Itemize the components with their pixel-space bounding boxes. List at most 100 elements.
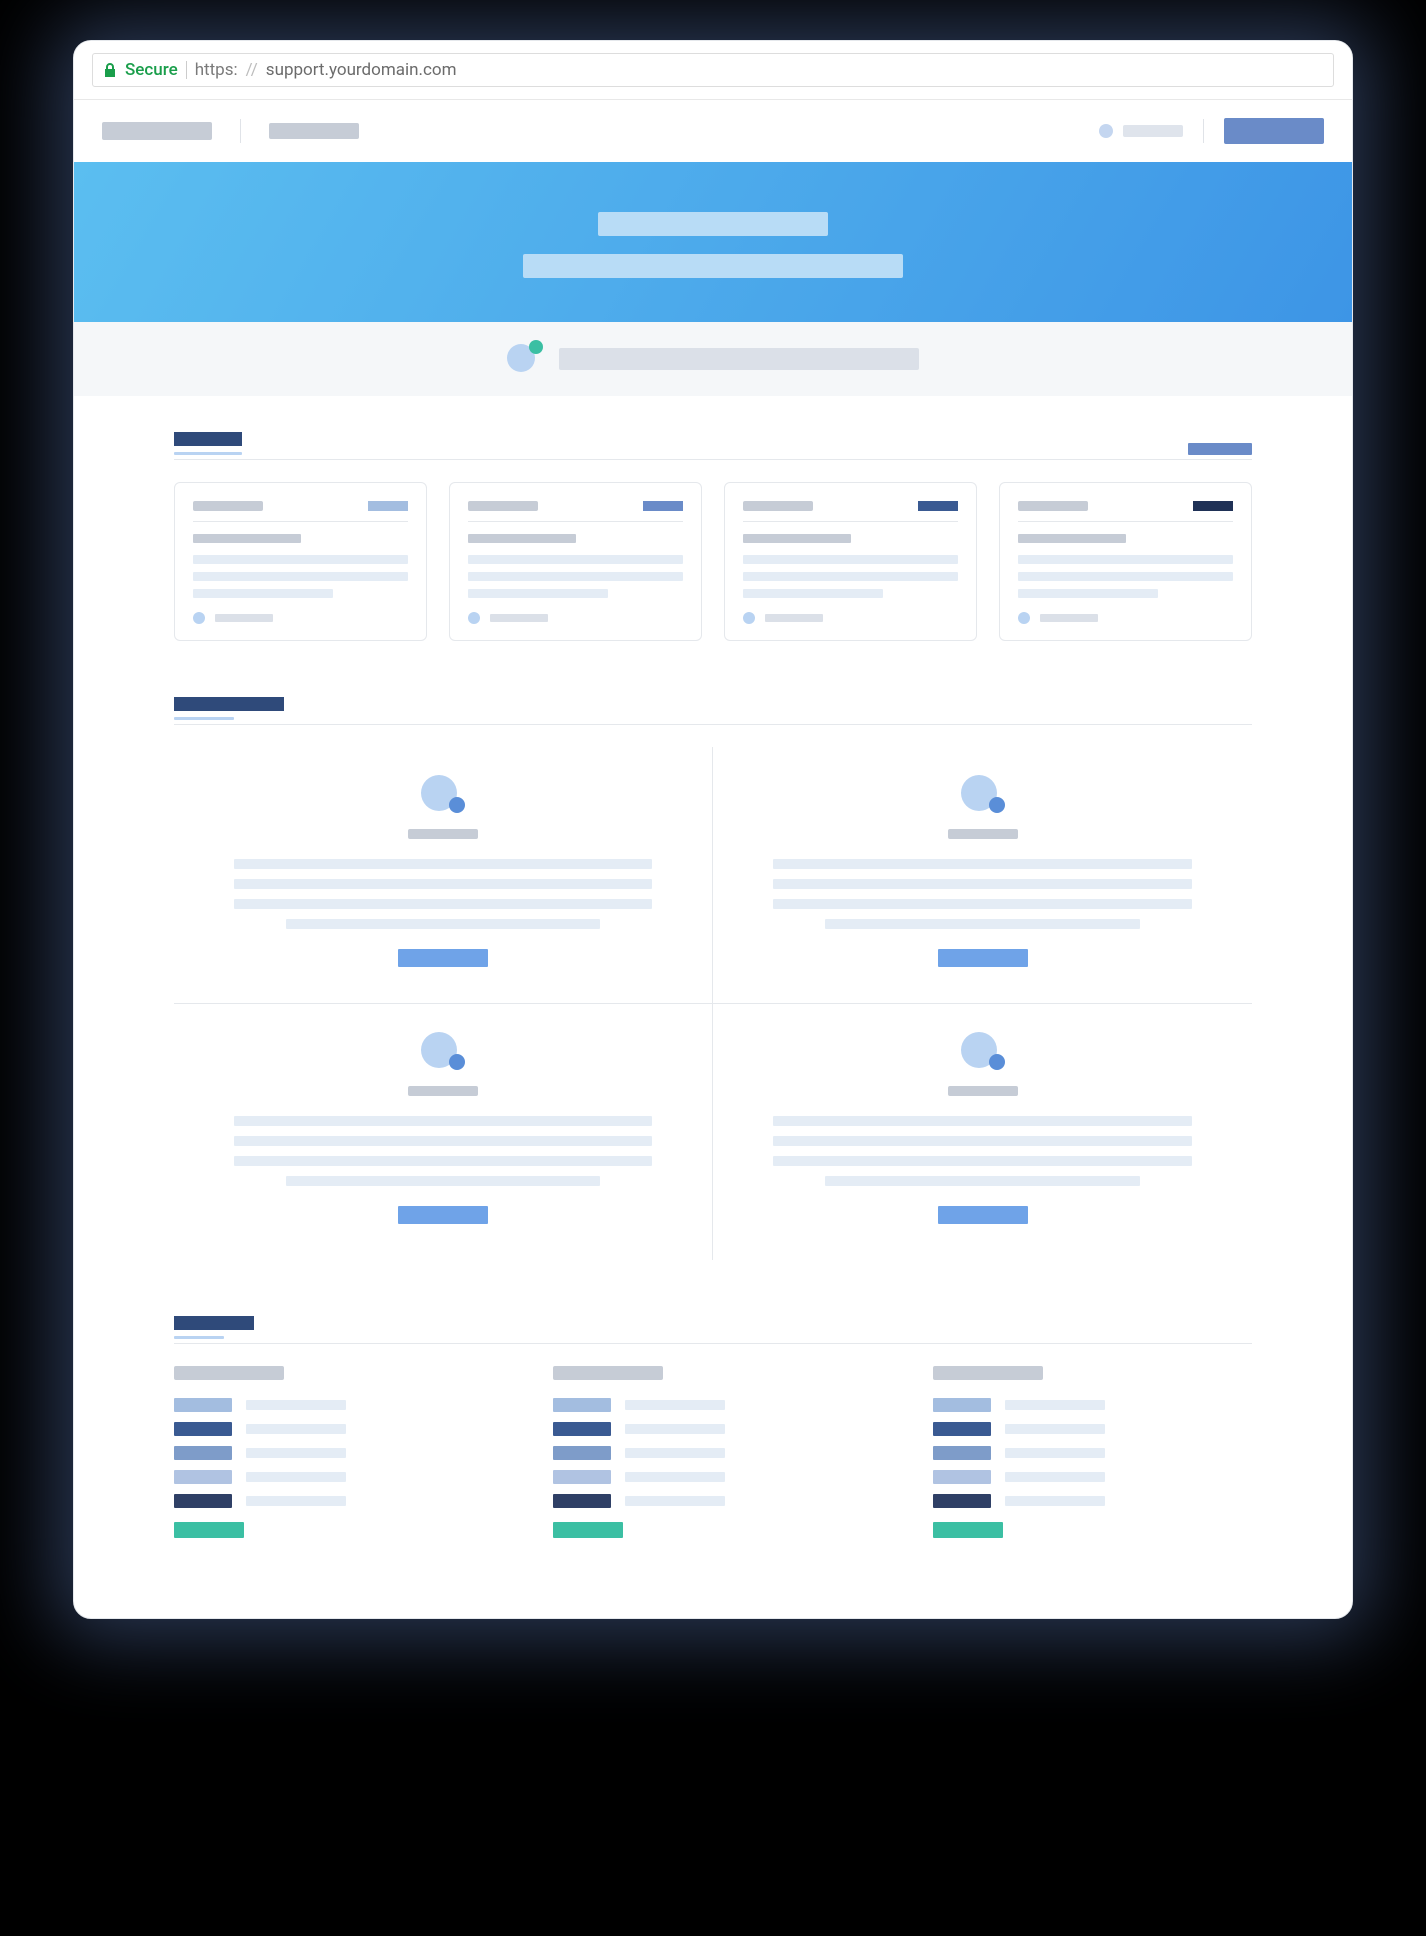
tag-badge bbox=[553, 1494, 611, 1508]
card-text-line bbox=[1018, 572, 1233, 581]
text-line bbox=[773, 1136, 1192, 1146]
tag-badge bbox=[933, 1398, 991, 1412]
list-item[interactable] bbox=[553, 1470, 872, 1484]
category-cell bbox=[174, 1004, 713, 1260]
site-logo[interactable] bbox=[102, 122, 212, 140]
status-badge bbox=[918, 501, 958, 511]
text-line bbox=[234, 1156, 652, 1166]
list-column bbox=[553, 1366, 872, 1538]
category-cta-button[interactable] bbox=[938, 1206, 1028, 1224]
avatar-icon bbox=[1099, 124, 1113, 138]
card-text-line bbox=[743, 589, 883, 598]
category-grid bbox=[174, 747, 1252, 1260]
text-line bbox=[773, 879, 1192, 889]
category-cell bbox=[174, 747, 713, 1004]
list-item[interactable] bbox=[933, 1446, 1252, 1460]
list-item-text bbox=[246, 1448, 346, 1458]
list-item[interactable] bbox=[933, 1398, 1252, 1412]
url-protocol: https: bbox=[195, 60, 238, 80]
tag-badge bbox=[174, 1422, 232, 1436]
category-title bbox=[948, 829, 1018, 839]
text-line bbox=[286, 919, 600, 929]
text-line bbox=[234, 899, 652, 909]
more-button[interactable] bbox=[553, 1522, 623, 1538]
list-item[interactable] bbox=[174, 1422, 493, 1436]
url-input[interactable]: Secure https: // support.yourdomain.com bbox=[92, 53, 1334, 87]
category-cta-button[interactable] bbox=[938, 949, 1028, 967]
tag-badge bbox=[933, 1446, 991, 1460]
more-button[interactable] bbox=[933, 1522, 1003, 1538]
tag-badge bbox=[174, 1494, 232, 1508]
card-text-line bbox=[193, 572, 408, 581]
list-item[interactable] bbox=[553, 1422, 872, 1436]
card-subtitle bbox=[743, 534, 851, 543]
card-subtitle bbox=[193, 534, 301, 543]
list-item[interactable] bbox=[174, 1494, 493, 1508]
more-button[interactable] bbox=[174, 1522, 244, 1538]
text-line bbox=[773, 899, 1192, 909]
text-line bbox=[286, 1176, 600, 1186]
tag-badge bbox=[553, 1398, 611, 1412]
category-cell bbox=[713, 1004, 1252, 1260]
url-slashes: // bbox=[246, 60, 258, 80]
ticket-card[interactable] bbox=[724, 482, 977, 641]
text-line bbox=[773, 1116, 1192, 1126]
ticket-card[interactable] bbox=[449, 482, 702, 641]
hero-subtitle bbox=[523, 254, 903, 278]
address-bar: Secure https: // support.yourdomain.com bbox=[74, 41, 1352, 100]
lock-icon bbox=[103, 62, 117, 78]
status-badge bbox=[643, 501, 683, 511]
text-line bbox=[234, 879, 652, 889]
column-heading bbox=[553, 1366, 663, 1380]
section-title bbox=[174, 1316, 254, 1330]
status-badge bbox=[1193, 501, 1233, 511]
card-title bbox=[193, 501, 263, 511]
list-item[interactable] bbox=[174, 1398, 493, 1412]
ticket-card[interactable] bbox=[174, 482, 427, 641]
tag-badge bbox=[553, 1446, 611, 1460]
status-badge bbox=[368, 501, 408, 511]
search-input[interactable] bbox=[559, 348, 919, 370]
text-line bbox=[773, 1156, 1192, 1166]
card-title bbox=[743, 501, 813, 511]
section-header bbox=[174, 697, 1252, 725]
user-name bbox=[1123, 125, 1183, 137]
section-title bbox=[174, 432, 242, 446]
category-title bbox=[408, 1086, 478, 1096]
list-item-text bbox=[1005, 1496, 1105, 1506]
divider bbox=[1203, 119, 1204, 143]
list-item[interactable] bbox=[933, 1422, 1252, 1436]
primary-action-button[interactable] bbox=[1224, 118, 1324, 144]
top-nav bbox=[74, 100, 1352, 162]
user-menu[interactable] bbox=[1099, 124, 1183, 138]
ticket-card[interactable] bbox=[999, 482, 1252, 641]
author-avatar-icon bbox=[743, 612, 755, 624]
card-author bbox=[765, 614, 823, 622]
list-item[interactable] bbox=[933, 1470, 1252, 1484]
list-item[interactable] bbox=[553, 1398, 872, 1412]
text-line bbox=[234, 1136, 652, 1146]
tag-badge bbox=[553, 1422, 611, 1436]
card-text-line bbox=[743, 555, 958, 564]
list-item-text bbox=[625, 1472, 725, 1482]
list-item[interactable] bbox=[553, 1446, 872, 1460]
tag-badge bbox=[174, 1470, 232, 1484]
list-item-text bbox=[625, 1496, 725, 1506]
nav-link[interactable] bbox=[269, 123, 359, 139]
ticket-cards bbox=[174, 482, 1252, 641]
view-all-link[interactable] bbox=[1188, 443, 1252, 455]
author-avatar-icon bbox=[193, 612, 205, 624]
card-text-line bbox=[1018, 555, 1233, 564]
list-item[interactable] bbox=[933, 1494, 1252, 1508]
card-title bbox=[1018, 501, 1088, 511]
tag-badge bbox=[174, 1446, 232, 1460]
category-cta-button[interactable] bbox=[398, 1206, 488, 1224]
category-cta-button[interactable] bbox=[398, 949, 488, 967]
card-title bbox=[468, 501, 538, 511]
list-item[interactable] bbox=[553, 1494, 872, 1508]
secure-label: Secure bbox=[125, 60, 178, 80]
list-item[interactable] bbox=[174, 1470, 493, 1484]
list-column bbox=[174, 1366, 493, 1538]
browser-window: Secure https: // support.yourdomain.com bbox=[73, 40, 1353, 1619]
list-item[interactable] bbox=[174, 1446, 493, 1460]
